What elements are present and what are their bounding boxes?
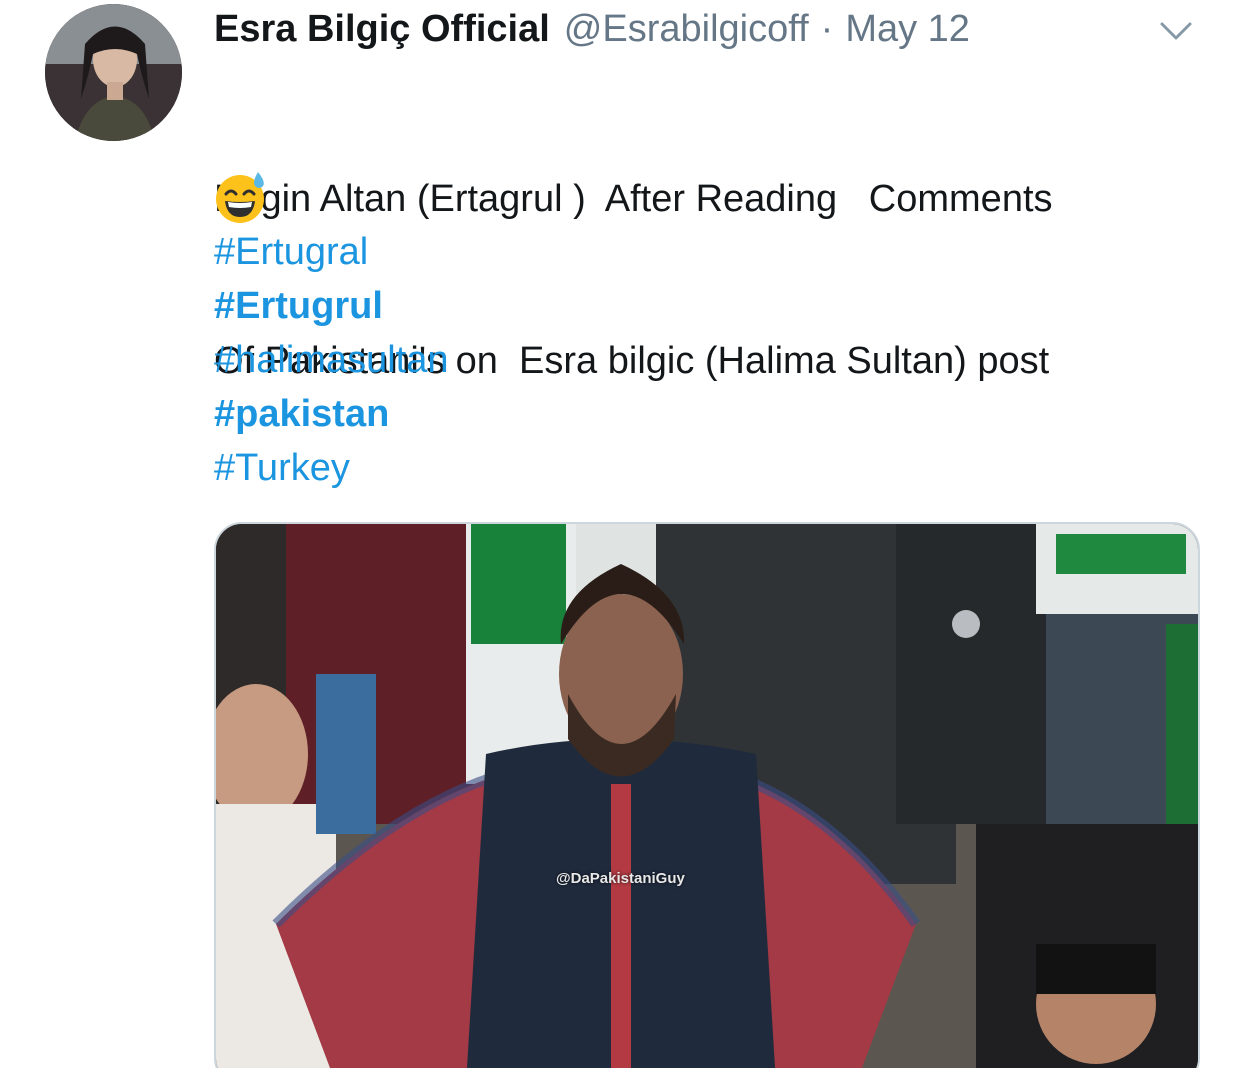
user-handle[interactable]: @Esrabilgicoff xyxy=(564,8,809,51)
hashtag-link[interactable]: #pakistan xyxy=(214,387,448,441)
media-watermark: @DaPakistaniGuy xyxy=(556,870,685,887)
separator-dot: · xyxy=(820,8,834,50)
tweet-media-image[interactable]: @DaPakistaniGuy xyxy=(214,522,1200,1068)
tweet[interactable]: Esra Bilgiç Official @Esrabilgicoff · Ma… xyxy=(0,0,1242,1068)
hashtag-link[interactable]: #halimasultan xyxy=(214,333,448,387)
hashtag-link[interactable]: #Ertugral xyxy=(214,225,448,279)
avatar[interactable] xyxy=(45,4,182,141)
hashtag-link[interactable]: #Ertugrul xyxy=(214,279,448,333)
tweet-text-line: Engin Altan (Ertagrul ) After Reading Co… xyxy=(214,178,1053,220)
avatar-photo xyxy=(45,4,182,141)
sweat-smile-emoji xyxy=(214,170,268,224)
meme-photo xyxy=(216,524,1198,1068)
display-name[interactable]: Esra Bilgiç Official xyxy=(214,8,550,51)
tweet-date[interactable]: May 12 xyxy=(845,8,970,51)
hashtag-list: #Ertugral #Ertugrul #halimasultan #pakis… xyxy=(214,225,448,495)
tweet-header: Esra Bilgiç Official @Esrabilgicoff · Ma… xyxy=(214,8,970,54)
hashtag-link[interactable]: #Turkey xyxy=(214,441,448,495)
chevron-down-icon[interactable] xyxy=(1156,16,1196,46)
